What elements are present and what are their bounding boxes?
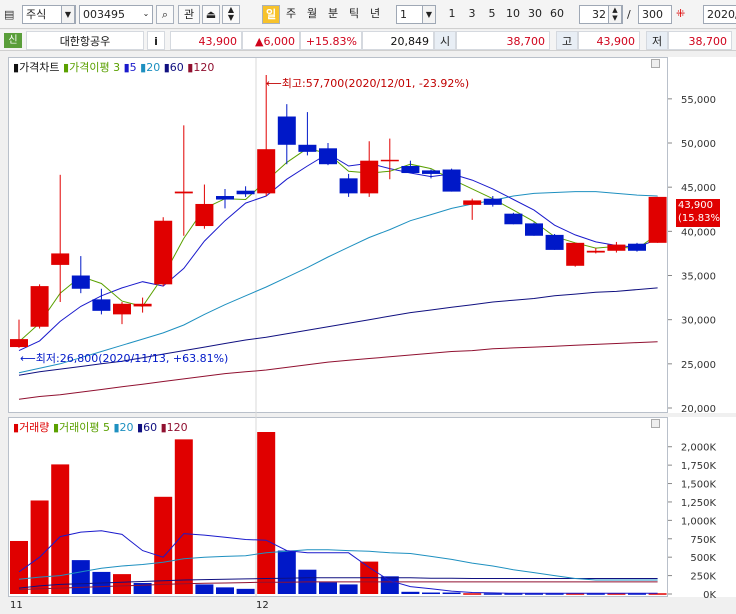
volume-bar <box>339 584 358 594</box>
volume-bar <box>277 550 296 594</box>
volume-tick-label: 1,750K <box>681 461 717 472</box>
volume-bar <box>380 576 399 594</box>
candle-up <box>380 159 399 162</box>
candle-up <box>195 203 214 227</box>
price-tick-label: 40,000 <box>681 227 716 238</box>
last-price-tag: 43,900 (15.83%) <box>676 199 724 227</box>
candle-down <box>483 198 502 205</box>
candle-down <box>277 116 296 145</box>
volume-bar <box>442 592 461 595</box>
price-tick-label: 20,000 <box>681 404 716 415</box>
candle-up <box>360 160 379 194</box>
candle-down <box>401 165 420 174</box>
x-label-november: 11 <box>10 600 23 611</box>
volume-bar <box>154 496 173 594</box>
candle-up <box>257 149 276 194</box>
low-annotation: ⟵최저:26,800(2020/11/13, +63.81%) <box>20 352 229 365</box>
volume-bar <box>113 574 131 594</box>
candle-down <box>545 234 564 250</box>
volume-tick-label: 2,000K <box>681 443 717 454</box>
candle-up <box>154 220 173 285</box>
volume-tick-label: 1,250K <box>681 498 717 509</box>
candle-down <box>298 144 317 152</box>
candle-down <box>92 299 111 311</box>
volume-bar <box>236 588 255 594</box>
candle-down <box>216 196 234 200</box>
volume-tick-label: 1,500K <box>681 480 717 491</box>
candle-down <box>504 213 523 225</box>
x-label-december: 12 <box>256 600 269 611</box>
last-price-pct: (15.83%) <box>678 213 724 224</box>
candle-up <box>607 244 626 251</box>
candle-up <box>10 339 28 348</box>
volume-bar <box>71 560 90 594</box>
candle-up <box>51 253 70 265</box>
price-tick-label: 35,000 <box>681 272 716 283</box>
price-tick-label: 45,000 <box>681 183 716 194</box>
price-tick-label: 55,000 <box>681 95 716 106</box>
candle-down <box>339 178 358 194</box>
price-tick-label: 25,000 <box>681 360 716 371</box>
candle-up <box>174 191 193 194</box>
volume-bar <box>463 593 482 595</box>
candle-up <box>648 196 667 243</box>
volume-tick-label: 0K <box>703 590 716 601</box>
candle-up <box>133 303 152 307</box>
candle-up <box>463 200 482 205</box>
candle-up <box>566 242 585 266</box>
candle-up <box>113 303 131 315</box>
volume-bar <box>195 584 214 594</box>
volume-bar <box>216 587 234 594</box>
volume-tick-label: 500K <box>690 553 716 564</box>
high-annotation: ⟵최고:57,700(2020/12/01, -23.92%) <box>266 77 470 90</box>
candle-down <box>319 148 337 165</box>
volume-tick-label: 750K <box>690 535 716 546</box>
volume-bar <box>319 582 337 594</box>
candle-down <box>442 169 461 192</box>
volume-bar <box>257 432 276 594</box>
price-tick-label: 30,000 <box>681 316 716 327</box>
volume-tick-label: 1,000K <box>681 516 717 527</box>
candle-up <box>30 286 49 327</box>
volume-tick-label: 250K <box>690 572 716 583</box>
candle-down <box>628 243 646 251</box>
volume-bar <box>422 592 440 595</box>
candle-down <box>71 275 90 289</box>
candle-down <box>422 170 440 174</box>
last-price-value: 43,900 <box>678 200 713 211</box>
volume-bar <box>30 500 49 594</box>
volume-bar <box>174 439 193 594</box>
candle-up <box>586 250 605 253</box>
price-tick-label: 50,000 <box>681 139 716 150</box>
candle-down <box>236 190 255 195</box>
chart-canvas[interactable]: 55,000 50,000 45,000 40,000 35,000 30,000 25,0… <box>0 0 736 614</box>
candle-down <box>525 223 543 236</box>
volume-bar <box>401 591 420 594</box>
